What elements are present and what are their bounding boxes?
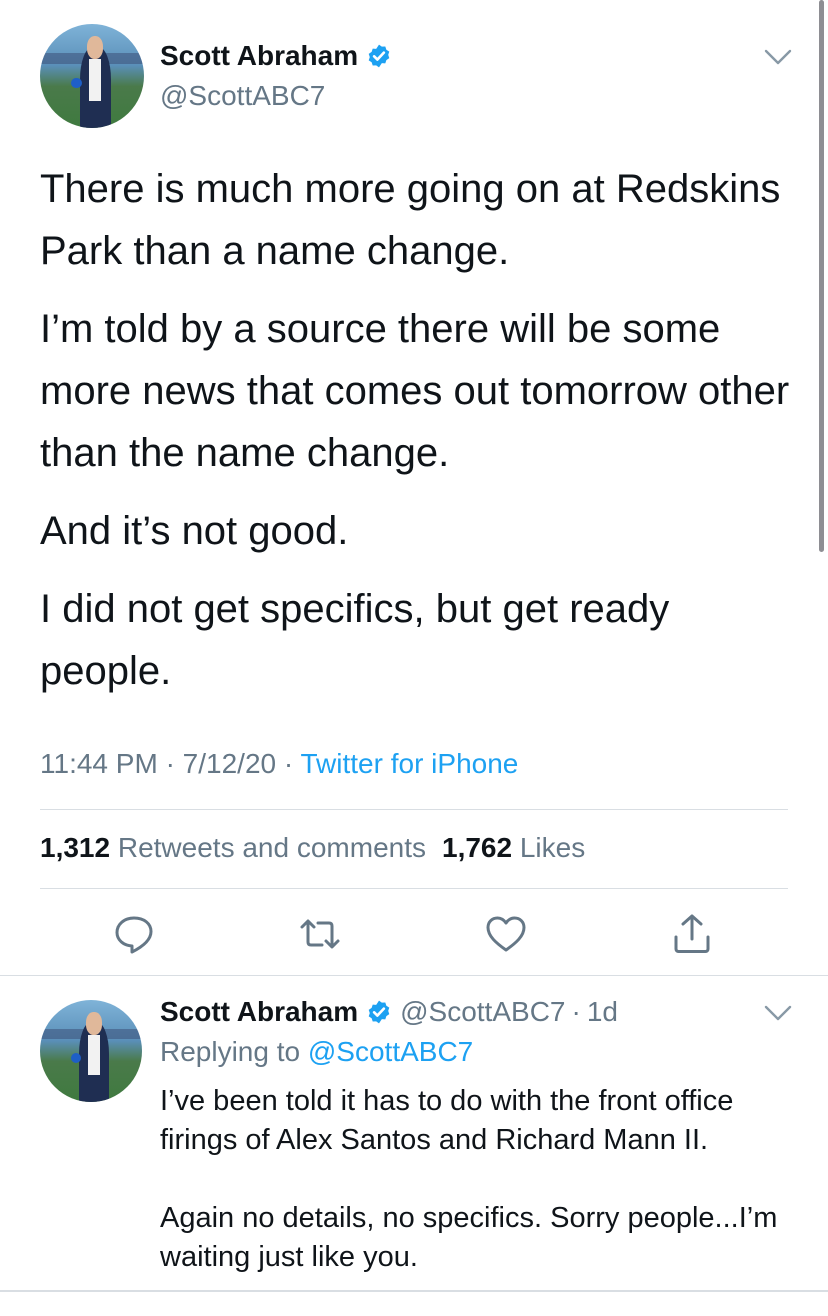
meta-separator: · <box>571 996 581 1027</box>
tweet-age: 1d <box>586 996 618 1027</box>
verified-badge-icon <box>368 44 390 68</box>
retweets-label: Retweets and comments <box>117 832 426 863</box>
share-icon[interactable] <box>670 912 714 956</box>
reply-paragraph: I’ve been told it has to do with the fro… <box>160 1085 734 1156</box>
meta-separator: · <box>283 748 294 779</box>
tweet-paragraph: There is much more going on at Redskins … <box>40 167 781 273</box>
meta-separator: · <box>165 748 175 779</box>
avatar[interactable] <box>40 1000 142 1102</box>
author-name[interactable]: Scott Abraham <box>160 40 358 72</box>
tweet-time: 11:44 PM <box>40 748 158 779</box>
reply-header: Scott Abraham @ScottABC7 · 1d <box>160 996 618 1028</box>
chevron-down-icon[interactable] <box>764 1004 792 1022</box>
tweet-date: 7/12/20 <box>182 748 277 779</box>
author-row[interactable]: Scott Abraham <box>160 40 392 72</box>
section-divider <box>0 975 828 976</box>
replying-to-link[interactable]: @ScottABC7 <box>308 1036 473 1067</box>
reply-text: I’ve been told it has to do with the fro… <box>160 1082 800 1316</box>
tweet-text: There is much more going on at Redskins … <box>40 158 800 718</box>
replying-prefix: Replying to <box>160 1036 301 1067</box>
reply-icon[interactable] <box>112 912 156 956</box>
likes-label: Likes <box>519 832 586 863</box>
divider <box>40 888 788 889</box>
avatar[interactable] <box>40 24 144 128</box>
divider <box>40 809 788 810</box>
reply-paragraph: Again no details, no specifics. Sorry pe… <box>160 1202 778 1273</box>
heart-icon[interactable] <box>484 912 528 956</box>
tweet-paragraph: I did not get specifics, but get ready p… <box>40 587 670 693</box>
likes-stat[interactable]: 1,762 Likes <box>442 832 585 863</box>
retweets-stat[interactable]: 1,312 Retweets and comments <box>40 832 426 863</box>
replying-to: Replying to @ScottABC7 <box>160 1036 473 1068</box>
verified-badge-icon <box>368 1000 390 1024</box>
tweet-source-link[interactable]: Twitter for iPhone <box>300 748 518 779</box>
author-name[interactable]: Scott Abraham <box>160 996 358 1028</box>
tweet-meta: 11:44 PM · 7/12/20 · Twitter for iPhone <box>40 748 518 780</box>
author-handle[interactable]: @ScottABC7 <box>400 996 565 1028</box>
tweet-stats: 1,312 Retweets and comments 1,762 Likes <box>40 832 585 864</box>
chevron-down-icon[interactable] <box>764 48 792 66</box>
divider <box>0 1290 828 1292</box>
likes-count: 1,762 <box>442 832 513 863</box>
retweets-count: 1,312 <box>40 832 111 863</box>
retweet-icon[interactable] <box>298 912 342 956</box>
tweet-paragraph: I’m told by a source there will be some … <box>40 307 790 475</box>
tweet-paragraph: And it’s not good. <box>40 509 349 553</box>
main-tweet: Scott Abraham @ScottABC7 There is much m… <box>0 0 828 975</box>
author-handle[interactable]: @ScottABC7 <box>160 80 325 112</box>
